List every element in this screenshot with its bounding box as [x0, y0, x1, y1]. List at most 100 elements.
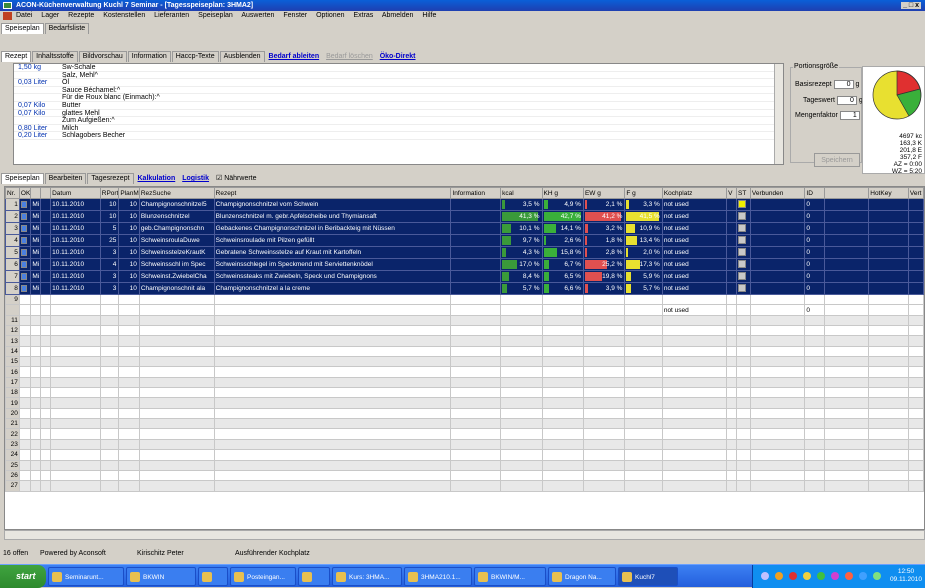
empty-cell[interactable]: [735, 418, 751, 430]
f-cell[interactable]: 17,3 %: [624, 258, 663, 271]
empty-cell[interactable]: [735, 325, 751, 337]
empty-cell[interactable]: [50, 387, 101, 399]
empty-cell[interactable]: [726, 314, 737, 327]
empty-cell[interactable]: [804, 387, 826, 399]
empty-cell[interactable]: [661, 376, 728, 389]
empty-cell[interactable]: [99, 376, 120, 389]
empty-cell[interactable]: [726, 407, 737, 420]
empty-cell[interactable]: [624, 438, 663, 451]
empty-cell[interactable]: [868, 387, 909, 399]
empty-cell[interactable]: [138, 459, 215, 471]
empty-cell[interactable]: [450, 469, 502, 482]
empty-cell[interactable]: [213, 325, 452, 337]
column-header[interactable]: EW g: [582, 187, 626, 199]
empty-cell[interactable]: [30, 325, 42, 337]
empty-cell[interactable]: [50, 356, 101, 368]
empty-cell[interactable]: [824, 356, 870, 368]
empty-cell[interactable]: [18, 345, 32, 358]
column-header[interactable]: V: [726, 187, 737, 199]
kh-cell[interactable]: 42,7 %: [541, 210, 584, 223]
empty-cell[interactable]: [30, 376, 42, 389]
table-row[interactable]: 23: [5, 438, 924, 451]
recipe-line[interactable]: 0,07 Kilo glattes Mehl: [14, 110, 783, 118]
empty-cell[interactable]: [500, 356, 543, 368]
empty-cell[interactable]: [138, 314, 215, 327]
empty-cell[interactable]: [735, 407, 751, 420]
empty-cell[interactable]: [138, 397, 215, 409]
menu-plan-grid[interactable]: Nr. OK Datum RPort PlanM RezSuche Rezept Inform…: [4, 186, 925, 530]
kochplatz-cell[interactable]: not used: [661, 210, 728, 223]
empty-cell[interactable]: [99, 345, 120, 358]
empty-cell[interactable]: [907, 304, 924, 316]
empty-cell[interactable]: [582, 335, 626, 347]
empty-cell[interactable]: [213, 356, 452, 368]
ew-cell[interactable]: 1,8 %: [582, 234, 626, 247]
information-cell[interactable]: [450, 234, 502, 247]
empty-cell[interactable]: [450, 480, 502, 492]
vert-cell[interactable]: [907, 222, 924, 235]
empty-cell[interactable]: [40, 325, 52, 337]
tray-icon[interactable]: [789, 572, 797, 580]
empty-cell[interactable]: [541, 335, 584, 347]
empty-cell[interactable]: [450, 345, 502, 358]
empty-cell[interactable]: [99, 407, 120, 420]
empty-cell[interactable]: [749, 325, 806, 337]
empty-cell[interactable]: [40, 356, 52, 368]
v-cell[interactable]: [726, 234, 737, 247]
recipe-scrollbar[interactable]: [774, 64, 783, 164]
empty-cell[interactable]: [541, 366, 584, 378]
table-row[interactable]: 1 Mi 10.11.2010 10 10 Champignonschnitzel5 Cha…: [5, 198, 924, 211]
column-header[interactable]: ID: [804, 187, 826, 199]
empty-cell[interactable]: [213, 293, 452, 306]
column-header[interactable]: [30, 187, 42, 199]
empty-cell[interactable]: [500, 438, 543, 451]
tray-icon[interactable]: [761, 572, 769, 580]
ok-cell[interactable]: [18, 246, 32, 259]
tab-haccp-texte[interactable]: Haccp-Texte: [171, 51, 219, 62]
empty-cell[interactable]: [907, 428, 924, 440]
tab-bearbeiten[interactable]: Bearbeiten: [44, 173, 87, 184]
empty-cell[interactable]: [118, 325, 140, 337]
empty-cell[interactable]: [541, 418, 584, 430]
empty-cell[interactable]: [18, 387, 32, 399]
id-cell[interactable]: 0: [804, 234, 826, 247]
empty-cell[interactable]: [138, 418, 215, 430]
empty-cell[interactable]: [138, 356, 215, 368]
empty-cell[interactable]: [726, 469, 737, 482]
empty-cell[interactable]: [824, 480, 870, 492]
rezept-cell[interactable]: Champignonschnitzel vom Schwein: [213, 198, 452, 211]
empty-cell[interactable]: [661, 366, 728, 378]
menu-fenster[interactable]: Fenster: [283, 12, 307, 19]
date-cell[interactable]: 10.11.2010: [50, 258, 101, 271]
empty-cell[interactable]: [907, 418, 924, 430]
empty-cell[interactable]: [118, 459, 140, 471]
taskbar-button[interactable]: Posteingan...: [230, 567, 296, 586]
ew-cell[interactable]: 41,2 %: [582, 210, 626, 223]
empty-cell[interactable]: [138, 449, 215, 461]
rezept-cell[interactable]: Schweinsroulade mit Pilzen gefüllt: [213, 234, 452, 247]
empty-cell[interactable]: [582, 449, 626, 461]
hotkey-cell[interactable]: [868, 270, 909, 283]
empty-cell[interactable]: [749, 356, 806, 368]
planm-cell[interactable]: 10: [118, 222, 140, 235]
rport-cell[interactable]: 4: [99, 258, 120, 271]
v-cell[interactable]: [726, 270, 737, 283]
empty-cell[interactable]: [661, 438, 728, 451]
empty-cell[interactable]: [624, 480, 663, 492]
empty-cell[interactable]: [99, 459, 120, 471]
tab-ausblenden[interactable]: Ausblenden: [219, 51, 265, 62]
table-row[interactable]: 17: [5, 376, 924, 389]
rport-cell[interactable]: 10: [99, 198, 120, 211]
v-cell[interactable]: [726, 258, 737, 271]
empty-cell[interactable]: [30, 335, 42, 347]
column-header[interactable]: Datum: [50, 187, 101, 199]
empty-cell[interactable]: [541, 449, 584, 461]
tab-bildvorschau[interactable]: Bildvorschau: [78, 51, 127, 62]
empty-cell[interactable]: [868, 407, 909, 420]
empty-cell[interactable]: [213, 449, 452, 461]
rezept-cell[interactable]: Schweinsschlegel im Speckmend mit Servie…: [213, 258, 452, 271]
column-header[interactable]: Nr.: [5, 187, 20, 199]
planm-cell[interactable]: 10: [118, 210, 140, 223]
taskbar-button[interactable]: BKWIN: [126, 567, 196, 586]
empty-cell[interactable]: [213, 480, 452, 492]
